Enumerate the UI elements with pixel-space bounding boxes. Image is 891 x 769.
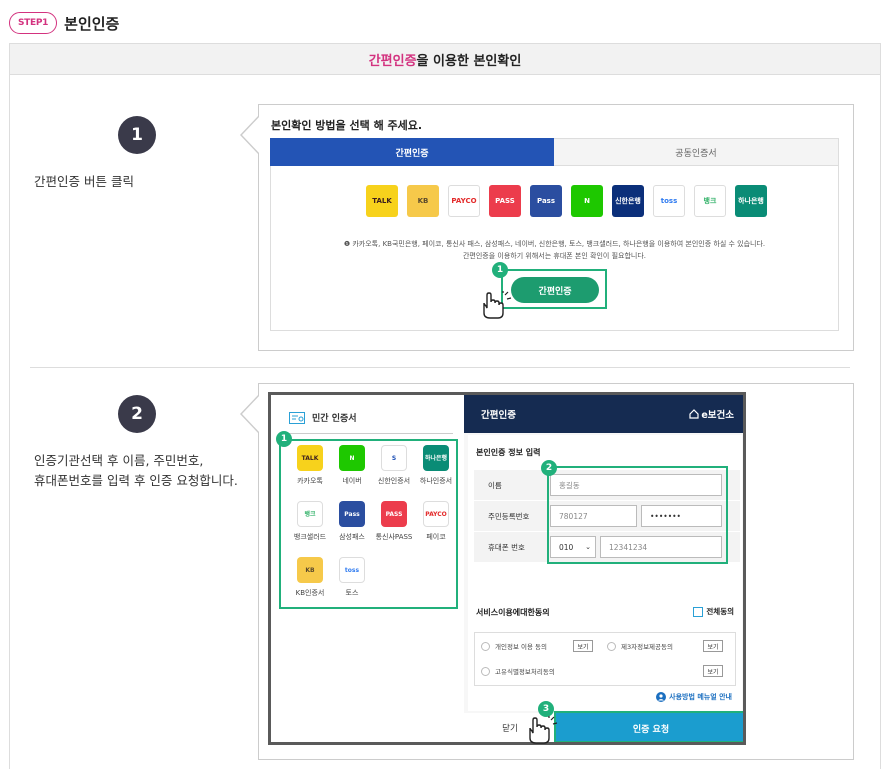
agree-item-label: 개인정보 이용 동의	[495, 643, 547, 651]
radio-icon	[607, 641, 616, 651]
auth-tabs: 간편인증 공동인증서	[270, 138, 839, 166]
callout-badge-3: 3	[538, 701, 554, 717]
step1-description: 간편인증 버튼 클릭	[34, 174, 134, 189]
brand-name: e보건소	[701, 410, 734, 421]
agree-item-label: 고유식별정보처리동의	[495, 668, 555, 676]
auth-note-2: 간편인증을 이용하기 위해서는 휴대폰 본인 확인이 필요합니다.	[462, 252, 646, 260]
section-title: 간편인증 을 이용한 본인확인	[10, 44, 880, 75]
step2-number: 2	[118, 395, 156, 433]
agree-item-label: 제3자정보제공동의	[621, 643, 673, 651]
bank-logo[interactable]: 하나은행	[735, 185, 767, 217]
agree-item-unique-id[interactable]: 고유식별정보처리동의	[481, 666, 555, 676]
bank-logo[interactable]: 뱅크	[694, 185, 726, 217]
request-highlight-box	[554, 711, 743, 742]
name-label: 이름	[488, 480, 502, 490]
step-badge: STEP1	[9, 12, 58, 34]
callout-badge-1: 1	[276, 431, 292, 447]
auth-form-body: 본인인증 정보 입력 이름 홍길동 주민등록번호 780127 ••••••• …	[468, 435, 742, 711]
step2-description: 인증기관선택 후 이름, 주민번호, 휴대폰번호를 입력 후 인증 요청합니다.	[34, 451, 238, 491]
rrn-label: 주민등록번호	[488, 511, 530, 521]
agree-item-privacy[interactable]: 개인정보 이용 동의	[481, 641, 547, 651]
bank-logo[interactable]: PAYCO	[448, 185, 480, 217]
provider-pane: 민간 인증서 TALK 카카오톡 N 네이버 S 신한인증서 하나은행 하나인증서 뱅크 뱅크샐러…	[271, 395, 464, 742]
form-section-title: 본인인증 정보 입력	[476, 448, 541, 457]
tab-simple-auth[interactable]: 간편인증	[270, 138, 554, 166]
view-third-party-button[interactable]: 보기	[703, 640, 723, 652]
guide-link-label: 사용방법 메뉴얼 안내	[669, 693, 732, 701]
auth-note-1: ❶ 카카오톡, KB국민은행, 페이코, 통신사 패스, 삼성패스, 네이버, …	[343, 240, 766, 248]
callout-badge-1: 1	[492, 262, 508, 278]
pointer-hand-icon	[529, 716, 558, 744]
bank-logo[interactable]: 신한은행	[612, 185, 644, 217]
tab-joint-certificate[interactable]: 공동인증서	[554, 138, 839, 166]
provider-pane-header: 민간 인증서	[289, 411, 357, 424]
guide-link[interactable]: 사용방법 메뉴얼 안내	[656, 692, 732, 702]
provider-highlight-box	[279, 439, 458, 609]
step1-callout: 본인확인 방법을 선택 해 주세요. 간편인증 공동인증서 TALK KB PAYC…	[240, 104, 854, 351]
certificate-icon	[289, 411, 305, 424]
section-title-rest: 을 이용한 본인확인	[416, 53, 522, 69]
bank-logo[interactable]: Pass	[530, 185, 562, 217]
agree-all-label: 전체동의	[706, 607, 734, 616]
step-header: STEP1 본인인증	[9, 11, 119, 35]
auth-modal-screenshot: 민간 인증서 TALK 카카오톡 N 네이버 S 신한인증서 하나은행 하나인증서 뱅크 뱅크샐러…	[268, 392, 746, 745]
bank-logo[interactable]: toss	[653, 185, 685, 217]
agree-all-checkbox[interactable]: 전체동의	[693, 606, 734, 617]
pointer-hand-icon	[483, 291, 512, 319]
step2-description-line2: 휴대폰번호를 입력 후 인증 요청합니다.	[34, 473, 238, 488]
auth-form-header: 간편인증 e보건소	[464, 395, 743, 433]
auth-form-pane: 간편인증 e보건소 본인인증 정보 입력 이름 홍길동 주민등록번호 78012…	[464, 395, 743, 742]
home-icon	[689, 409, 699, 419]
auth-method-title: 본인확인 방법을 선택 해 주세요.	[271, 119, 423, 132]
step-divider	[30, 367, 850, 368]
callout-badge-2: 2	[541, 460, 557, 476]
bank-logo[interactable]: KB	[407, 185, 439, 217]
step2-description-line1: 인증기관선택 후 이름, 주민번호,	[34, 453, 204, 468]
bank-logo[interactable]: PASS	[489, 185, 521, 217]
callout-arrow	[240, 394, 260, 434]
radio-icon	[481, 641, 490, 651]
auth-form-title: 간편인증	[481, 410, 516, 421]
page-title: 본인인증	[64, 14, 120, 33]
agree-section-title: 서비스이용에대한동의	[476, 608, 550, 617]
simple-auth-body: TALK KB PAYCO PASS Pass N 신한은행 toss 뱅크 하나은행 ❶ 카카오…	[270, 166, 839, 331]
view-unique-id-button[interactable]: 보기	[703, 665, 723, 677]
checkbox-icon	[693, 607, 704, 617]
provider-pane-divider	[285, 433, 453, 434]
callout-arrow	[240, 115, 260, 155]
step1-number: 1	[118, 116, 156, 154]
section-title-highlight: 간편인증	[368, 53, 417, 69]
bank-logo[interactable]: TALK	[366, 185, 398, 217]
bank-logo[interactable]: N	[571, 185, 603, 217]
bank-logo-row: TALK KB PAYCO PASS Pass N 신한은행 toss 뱅크 하나은행	[366, 185, 767, 217]
view-privacy-button[interactable]: 보기	[573, 640, 593, 652]
agree-list: 개인정보 이용 동의 보기 제3자정보제공동의 보기 고유식별정보처리동의 보기	[474, 632, 736, 686]
radio-icon	[481, 666, 490, 676]
simple-auth-button[interactable]: 간편인증	[511, 277, 599, 303]
user-icon	[656, 692, 667, 702]
form-highlight-box	[547, 466, 728, 564]
agree-item-third-party[interactable]: 제3자정보제공동의	[607, 641, 673, 651]
brand-logo: e보건소	[689, 407, 734, 421]
phone-label: 휴대폰 번호	[488, 542, 525, 552]
provider-pane-title: 민간 인증서	[312, 414, 357, 424]
